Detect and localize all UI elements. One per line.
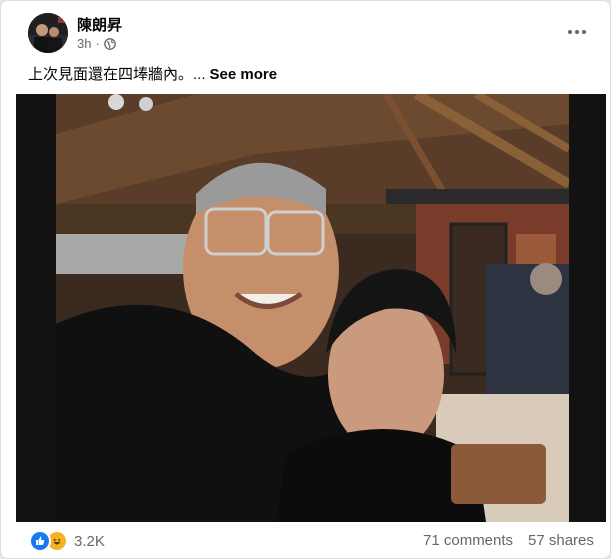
post-header: 陳朗昇 3h · [1, 1, 610, 61]
post-timestamp[interactable]: 3h [77, 36, 91, 51]
meta-separator: · [95, 36, 100, 51]
post-meta: 3h · [77, 36, 116, 51]
post-footer: 3.2K 71 comments 57 shares [1, 522, 610, 558]
author-avatar[interactable] [28, 13, 68, 53]
more-dots-icon [568, 30, 572, 34]
reaction-count: 3.2K [74, 532, 105, 550]
reactions-summary[interactable]: 3.2K [29, 530, 105, 552]
author-name[interactable]: 陳朗昇 [77, 14, 122, 35]
selfie-photo [56, 94, 569, 522]
globe-icon[interactable] [103, 37, 116, 50]
like-icon [29, 530, 51, 552]
post-body: 上次見面還在四埲牆內。... [28, 66, 206, 83]
comments-count[interactable]: 71 comments [423, 532, 513, 549]
post-text: 上次見面還在四埲牆內。... See more [28, 63, 277, 84]
see-more-link[interactable]: See more [210, 66, 278, 83]
post-card: 陳朗昇 3h · 上次見面還在四埲牆內。... See more 3.2K 71… [0, 0, 611, 559]
shares-count[interactable]: 57 shares [528, 532, 594, 549]
post-photo[interactable] [16, 94, 606, 522]
more-options-button[interactable] [559, 19, 595, 45]
